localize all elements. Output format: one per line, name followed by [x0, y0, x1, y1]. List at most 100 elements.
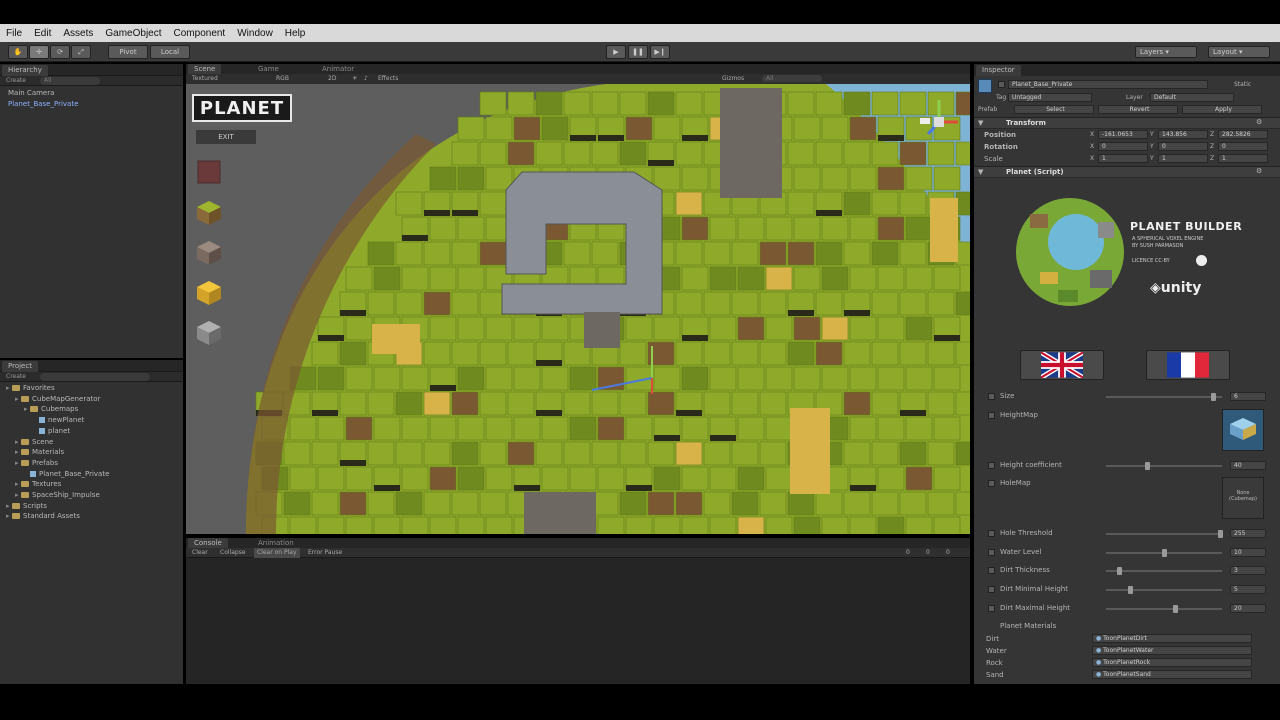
audio-toggle-icon[interactable]: ♪: [364, 75, 368, 82]
hierarchy-search-input[interactable]: All: [40, 77, 100, 85]
menu-assets[interactable]: Assets: [57, 28, 99, 39]
active-checkbox[interactable]: [998, 81, 1005, 88]
cube-tool-sand-button[interactable]: [194, 278, 224, 306]
property-slider[interactable]: [1106, 396, 1222, 398]
menu-gameobject[interactable]: GameObject: [99, 28, 167, 39]
transform-y-field[interactable]: 0: [1158, 142, 1208, 151]
slider-handle[interactable]: [1162, 548, 1167, 557]
property-checkbox[interactable]: [988, 567, 995, 575]
transform-y-field[interactable]: 143.856: [1158, 130, 1208, 139]
tab-inspector[interactable]: Inspector: [976, 65, 1021, 76]
holemap-texture-slot[interactable]: None (Cubemap): [1222, 477, 1264, 520]
property-checkbox[interactable]: [988, 586, 995, 593]
console-warning-count[interactable]: 0: [926, 548, 930, 558]
transform-x-field[interactable]: 1: [1098, 154, 1148, 163]
project-item[interactable]: ▸ Cubemaps: [24, 404, 78, 414]
property-value-field[interactable]: 6: [1230, 392, 1266, 401]
static-toggle[interactable]: Static: [1234, 81, 1251, 88]
tab-scene[interactable]: Scene: [188, 64, 222, 74]
property-value-field[interactable]: 5: [1230, 585, 1266, 594]
transform-z-field[interactable]: 0: [1218, 142, 1268, 151]
project-item[interactable]: ▸ Prefabs: [15, 458, 58, 468]
material-field[interactable]: ● ToonPlanetDirt: [1092, 634, 1252, 643]
property-checkbox[interactable]: [988, 461, 995, 469]
menu-help[interactable]: Help: [279, 28, 312, 39]
property-slider[interactable]: [1106, 589, 1222, 591]
pause-button[interactable]: ❚❚: [628, 45, 648, 59]
project-item[interactable]: newPlanet: [33, 415, 84, 425]
property-checkbox[interactable]: [988, 548, 995, 556]
property-checkbox[interactable]: [988, 604, 995, 612]
hierarchy-item-main-camera[interactable]: Main Camera: [8, 88, 54, 98]
tab-console[interactable]: Console: [188, 538, 228, 548]
property-value-field[interactable]: 255: [1230, 529, 1266, 539]
object-name-field[interactable]: Planet_Base_Private: [1008, 80, 1208, 89]
project-item[interactable]: ▸ Textures: [15, 479, 61, 489]
slider-handle[interactable]: [1211, 393, 1217, 401]
prefab-revert-button[interactable]: Revert: [1098, 105, 1178, 114]
orientation-gizmo-icon[interactable]: [914, 94, 964, 150]
material-field[interactable]: ● ToonPlanetWater: [1092, 646, 1252, 655]
tab-animator[interactable]: Animator: [316, 64, 360, 74]
menu-window[interactable]: Window: [231, 28, 279, 39]
layers-dropdown[interactable]: Layers ▾: [1135, 46, 1197, 58]
transform-header[interactable]: ▼ Transform ⚙: [974, 117, 1280, 129]
english-language-button[interactable]: [1020, 350, 1104, 380]
property-slider[interactable]: [1106, 464, 1222, 467]
property-checkbox[interactable]: [988, 393, 995, 400]
property-slider[interactable]: [1106, 607, 1222, 610]
project-item[interactable]: ▸ CubeMapGenerator: [15, 394, 100, 404]
slider-handle[interactable]: [1218, 530, 1223, 539]
hierarchy-create-button[interactable]: Create: [6, 77, 26, 84]
transform-y-field[interactable]: 1: [1158, 154, 1208, 163]
material-field[interactable]: ● ToonPlanetSand: [1092, 670, 1252, 679]
light-toggle-icon[interactable]: ☀: [352, 75, 357, 82]
play-button[interactable]: ▶: [606, 45, 626, 59]
script-settings-icon[interactable]: ⚙: [1256, 167, 1262, 175]
menu-file[interactable]: File: [0, 28, 28, 39]
scene-search-input[interactable]: All: [762, 75, 822, 82]
project-item[interactable]: planet: [33, 426, 70, 436]
property-checkbox[interactable]: [988, 480, 995, 488]
project-item[interactable]: ▸ Scripts: [6, 501, 47, 511]
project-item[interactable]: Planet_Base_Private: [24, 469, 109, 479]
cube-tool-rock-button[interactable]: [194, 318, 224, 346]
slider-handle[interactable]: [1117, 567, 1123, 576]
property-slider[interactable]: [1106, 533, 1222, 536]
slider-handle[interactable]: [1173, 604, 1179, 613]
material-field[interactable]: ● ToonPlanetRock: [1092, 658, 1252, 667]
layout-dropdown[interactable]: Layout ▾: [1208, 46, 1270, 58]
console-error-count[interactable]: 0: [946, 548, 950, 558]
gizmos-dropdown[interactable]: Gizmos: [722, 75, 744, 82]
console-error-pause-button[interactable]: Error Pause: [308, 548, 342, 558]
scale-tool-button[interactable]: ⤢: [71, 45, 91, 59]
property-checkbox[interactable]: [988, 530, 995, 538]
tab-animation[interactable]: Animation: [252, 538, 300, 548]
project-item[interactable]: ▸ Favorites: [6, 383, 55, 393]
rotate-tool-button[interactable]: ⟳: [50, 45, 70, 59]
transform-z-field[interactable]: 1: [1218, 154, 1268, 163]
local-toggle[interactable]: Local: [150, 45, 190, 59]
project-item[interactable]: ▸ Standard Assets: [6, 511, 80, 521]
layer-dropdown[interactable]: Default: [1150, 93, 1234, 102]
french-language-button[interactable]: [1146, 350, 1230, 380]
cube-tool-empty-button[interactable]: [194, 158, 224, 186]
cube-tool-grass-button[interactable]: [194, 198, 224, 226]
project-create-button[interactable]: Create: [6, 373, 26, 380]
property-value-field[interactable]: 20: [1230, 603, 1266, 613]
rgb-dropdown[interactable]: RGB: [276, 75, 289, 82]
heightmap-texture-slot[interactable]: [1222, 408, 1264, 451]
console-info-count[interactable]: 0: [906, 548, 910, 558]
transform-settings-icon[interactable]: ⚙: [1256, 118, 1262, 126]
transform-x-field[interactable]: -161.0653: [1098, 130, 1148, 139]
tab-project[interactable]: Project: [2, 361, 38, 372]
tag-dropdown[interactable]: Untagged: [1008, 93, 1092, 102]
transform-z-field[interactable]: 282.5826: [1218, 130, 1268, 139]
property-value-field[interactable]: 40: [1230, 460, 1266, 470]
planet-script-header[interactable]: ▼ Planet (Script) ⚙: [974, 166, 1280, 178]
move-tool-button[interactable]: ✛: [29, 45, 49, 59]
console-collapse-button[interactable]: Collapse: [220, 548, 246, 558]
menu-component[interactable]: Component: [168, 28, 232, 39]
prefab-select-button[interactable]: Select: [1014, 105, 1094, 114]
tab-game[interactable]: Game: [252, 64, 285, 74]
